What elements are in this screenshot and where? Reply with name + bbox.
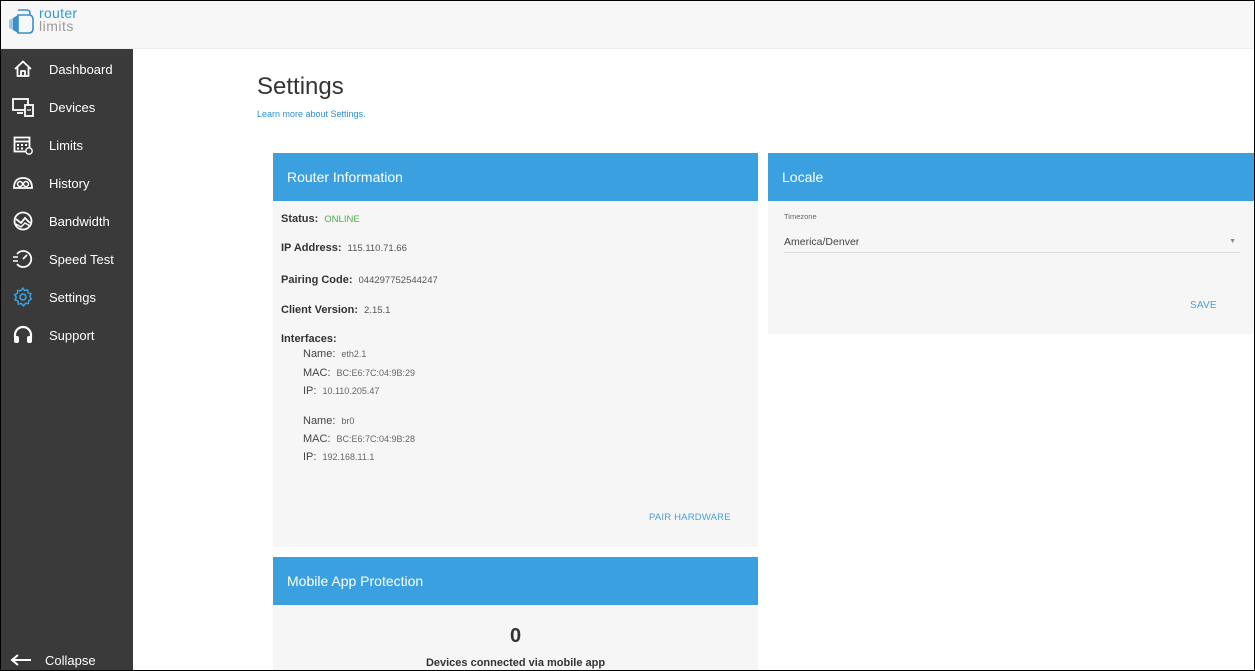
- page-title: Settings: [257, 73, 344, 100]
- speed-test-icon: [11, 247, 35, 271]
- sidebar-item-label: Bandwidth: [49, 213, 110, 229]
- interface-name-label: Name:: [303, 348, 336, 360]
- arrow-left-icon: [9, 648, 33, 670]
- ip-address-row: IP Address: 115.110.71.66: [281, 242, 407, 254]
- sidebar-item-history[interactable]: History: [1, 165, 133, 201]
- interface-name-value: br0: [341, 416, 355, 426]
- interface-ip-label: IP:: [303, 451, 317, 463]
- brand-logo[interactable]: router limits: [9, 6, 77, 36]
- interface-ip-value: 10.110.205.47: [322, 386, 380, 396]
- card-header: Mobile App Protection: [273, 557, 758, 605]
- brand-line-2: limits: [39, 18, 74, 34]
- interface-mac-label: MAC:: [303, 433, 331, 445]
- interface-ip-label: IP:: [303, 385, 317, 397]
- sidebar-item-dashboard[interactable]: Dashboard: [1, 51, 133, 87]
- interface-mac-value: BC:E6:7C:04:9B:29: [336, 368, 416, 378]
- collapse-label: Collapse: [45, 652, 96, 668]
- router-information-card: Router Information Status: ONLINE IP Add…: [273, 153, 758, 547]
- card-header: Router Information: [273, 153, 758, 201]
- sidebar-item-support[interactable]: Support: [1, 317, 133, 353]
- gear-icon: [11, 285, 35, 309]
- timezone-value: America/Denver: [784, 235, 860, 248]
- status-label: Status:: [281, 213, 319, 225]
- sidebar-item-limits[interactable]: Limits: [1, 127, 133, 163]
- ip-address-value: 115.110.71.66: [347, 243, 407, 254]
- interfaces-heading-row: Interfaces:: [281, 333, 337, 345]
- devices-icon: [11, 95, 35, 119]
- caret-down-icon: ▼: [1229, 238, 1236, 245]
- pairing-code-value: 044297752544247: [358, 275, 438, 286]
- interface-name-value: eth2.1: [341, 349, 367, 359]
- sidebar-item-label: Support: [49, 327, 95, 343]
- home-icon: [11, 57, 35, 81]
- interface-ip-value: 192.168.11.1: [322, 452, 375, 462]
- mobile-app-protection-card: Mobile App Protection 0 Devices connecte…: [273, 557, 758, 670]
- pairing-code-row: Pairing Code: 044297752544247: [281, 274, 438, 286]
- timezone-select[interactable]: America/Denver ▼: [784, 231, 1240, 253]
- headset-icon: [11, 323, 35, 347]
- pairing-code-label: Pairing Code:: [281, 274, 353, 286]
- interfaces-label: Interfaces:: [281, 333, 337, 345]
- sidebar-item-label: Speed Test: [49, 251, 114, 267]
- router-information-body: Status: ONLINE IP Address: 115.110.71.66…: [273, 201, 758, 463]
- mobile-device-count-label: Devices connected via mobile app: [425, 657, 606, 669]
- mobile-device-count: 0: [509, 625, 522, 647]
- status-value: ONLINE: [324, 214, 360, 225]
- sidebar-item-label: Devices: [49, 99, 96, 115]
- app-window: router limits Dashboard Devices Limits H…: [0, 0, 1255, 671]
- interface-mac-row: MAC: BC:E6:7C:04:9B:28: [303, 433, 415, 445]
- timezone-label: Timezone: [784, 212, 817, 221]
- sidebar-item-speed-test[interactable]: Speed Test: [1, 241, 133, 277]
- ip-address-label: IP Address:: [281, 242, 342, 254]
- collapse-button[interactable]: Collapse: [1, 648, 133, 670]
- sidebar-item-label: Limits: [49, 137, 83, 153]
- interface-name-row: Name: eth2.1: [303, 348, 366, 360]
- interface-name-label: Name:: [303, 415, 336, 427]
- sidebar-item-label: Dashboard: [49, 61, 113, 77]
- sidebar-item-bandwidth[interactable]: Bandwidth: [1, 203, 133, 239]
- interface-mac-value: BC:E6:7C:04:9B:28: [336, 434, 416, 444]
- logo-icon: [9, 9, 34, 34]
- top-bar: router limits: [1, 1, 1254, 49]
- client-version-row: Client Version: 2.15.1: [281, 304, 390, 316]
- interface-mac-row: MAC: BC:E6:7C:04:9B:29: [303, 367, 415, 379]
- sidebar-item-settings[interactable]: Settings: [1, 279, 133, 315]
- history-icon: [11, 171, 35, 195]
- pair-hardware-button[interactable]: PAIR HARDWARE: [649, 512, 731, 523]
- sidebar-item-devices[interactable]: Devices: [1, 89, 133, 125]
- status-row: Status: ONLINE: [281, 213, 360, 225]
- sidebar-item-label: Settings: [49, 289, 96, 305]
- client-version-value: 2.15.1: [364, 305, 391, 316]
- interface-mac-label: MAC:: [303, 367, 331, 379]
- client-version-label: Client Version:: [281, 304, 359, 316]
- locale-card: Locale Timezone America/Denver ▼ SAVE: [768, 153, 1254, 334]
- interface-ip-row: IP: 10.110.205.47: [303, 385, 379, 397]
- calendar-icon: [11, 133, 35, 157]
- learn-more-link[interactable]: Learn more about Settings.: [257, 109, 366, 119]
- interface-ip-row: IP: 192.168.11.1: [303, 451, 374, 463]
- sidebar: Dashboard Devices Limits History Bandwid…: [1, 49, 133, 670]
- bandwidth-icon: [11, 209, 35, 233]
- save-button[interactable]: SAVE: [1190, 300, 1217, 311]
- sidebar-item-label: History: [49, 175, 90, 191]
- interface-name-row: Name: br0: [303, 415, 354, 427]
- card-header: Locale: [768, 153, 1254, 201]
